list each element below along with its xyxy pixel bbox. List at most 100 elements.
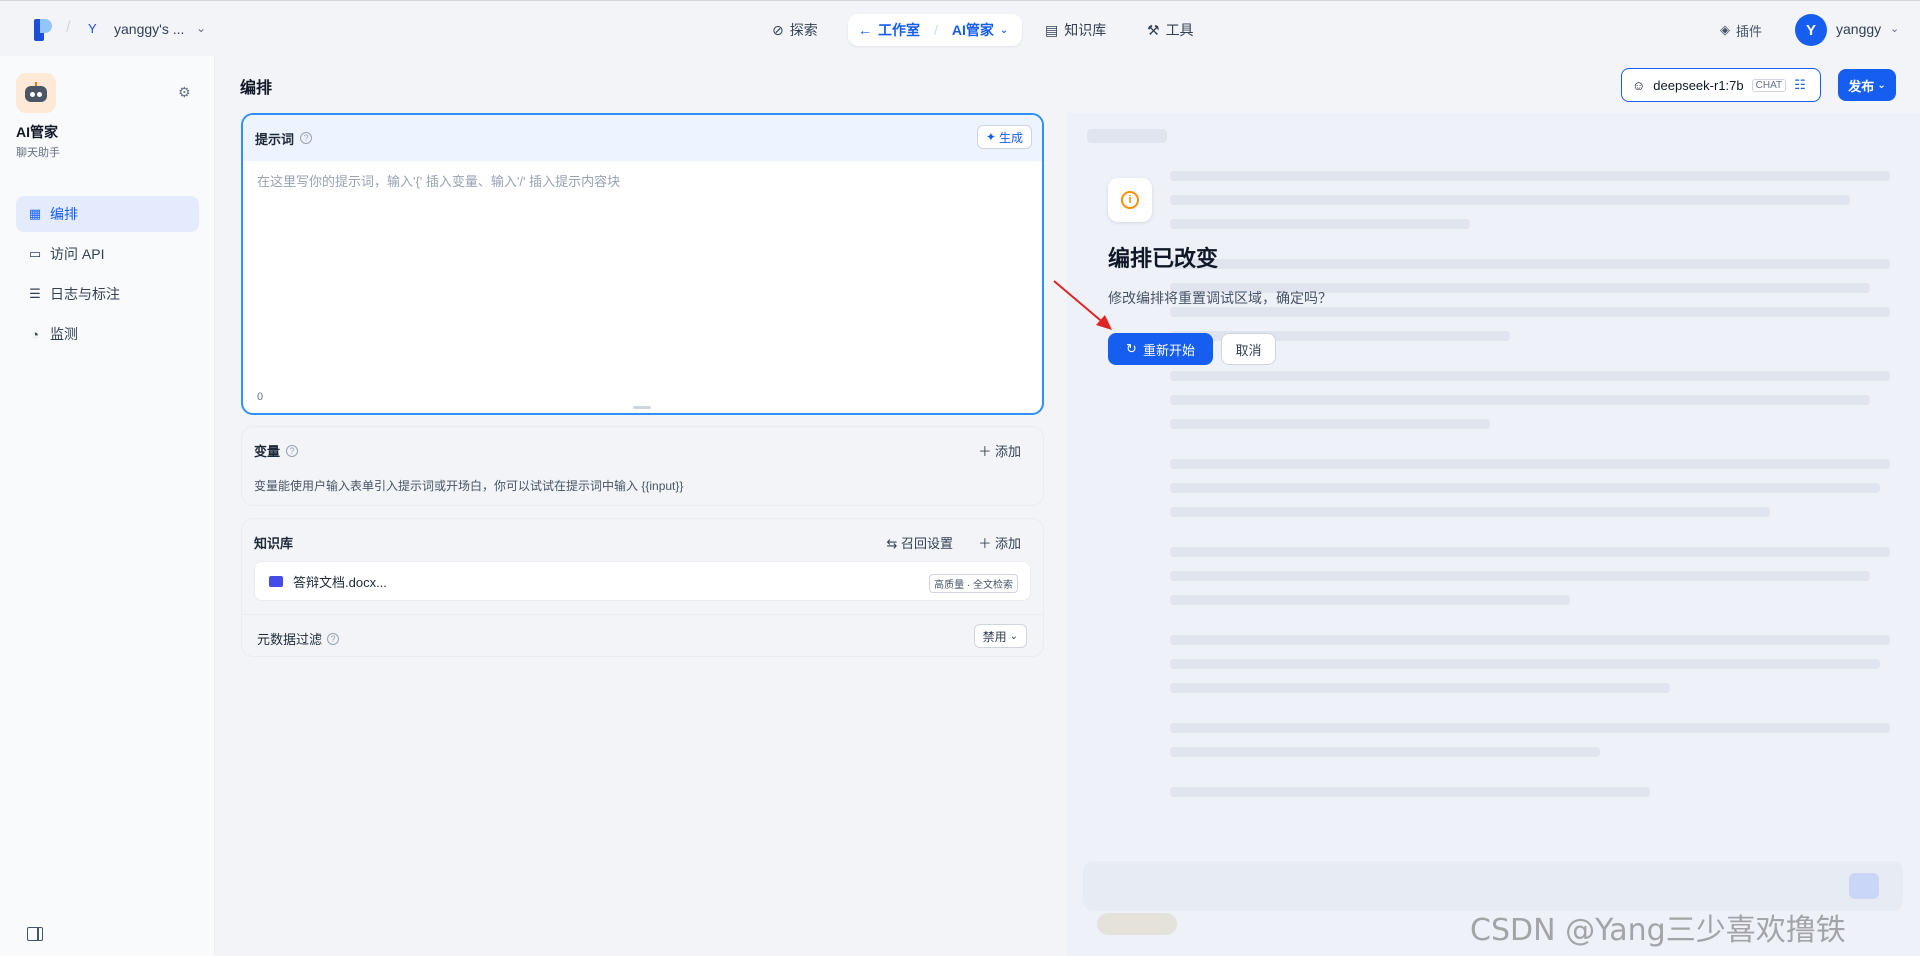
- chevron-down-icon: ⌄: [1877, 79, 1886, 91]
- sidebar-item-logs[interactable]: ☰ 日志与标注: [16, 276, 199, 312]
- sidebar-collapse-icon[interactable]: [27, 927, 43, 941]
- nav-tools[interactable]: ⚒ 工具: [1147, 17, 1194, 43]
- sparkle-icon: ✦: [985, 130, 996, 144]
- app-settings-icon[interactable]: ⚙: [178, 84, 191, 101]
- knowledge-doc-item[interactable]: 答辩文档.docx... 高质量 · 全文检索: [254, 561, 1031, 601]
- doc-name: 答辩文档.docx...: [293, 574, 387, 590]
- chevron-down-icon[interactable]: ⌄: [1890, 22, 1899, 35]
- prompt-editor[interactable]: 提示词 ? ✦ 生成 在这里写你的提示词，输入'{' 插入变量、输入'/' 插入…: [241, 113, 1044, 415]
- csdn-watermark: CSDN @Yang三少喜欢撸铁: [1470, 913, 1846, 948]
- nav-studio-label[interactable]: 工作室: [878, 20, 920, 40]
- add-knowledge-button[interactable]: ＋ 添加: [978, 533, 1021, 552]
- nav-explore-label: 探索: [789, 22, 818, 38]
- cube-icon: ◈: [1720, 22, 1730, 37]
- generate-label: 生成: [998, 130, 1023, 145]
- nav-plugins-label: 插件: [1736, 23, 1763, 39]
- workspace-avatar[interactable]: Y: [88, 21, 97, 36]
- help-icon[interactable]: ?: [286, 444, 299, 457]
- sidebar-item-label: 编排: [50, 206, 78, 222]
- dashboard-icon: ◔: [31, 326, 39, 342]
- help-icon[interactable]: ?: [300, 132, 313, 144]
- publish-label: 发布: [1848, 78, 1875, 94]
- model-mode-badge: CHAT: [1751, 78, 1787, 92]
- retrieval-badge: 高质量 · 全文检索: [929, 574, 1018, 593]
- sidebar-item-label: 访问 API: [50, 246, 105, 262]
- sidebar-item-orchestrate[interactable]: ▦ 编排: [16, 196, 199, 232]
- debug-title-placeholder: [1087, 129, 1167, 143]
- restart-label: 重新开始: [1142, 342, 1195, 358]
- sidebar-item-label: 日志与标注: [50, 286, 120, 302]
- user-name[interactable]: yanggy: [1836, 21, 1881, 37]
- nav-studio[interactable]: ← 工作室 / AI管家 ⌄: [848, 14, 1023, 46]
- warning-icon: i: [1108, 178, 1152, 222]
- app-robot-icon: [16, 73, 56, 113]
- nav-explore[interactable]: ⊘ 探索: [772, 17, 818, 43]
- nav-plugins[interactable]: ◈ 插件: [1720, 17, 1762, 43]
- user-avatar[interactable]: Y: [1795, 14, 1827, 46]
- model-selector[interactable]: ☺ deepseek-r1:7b CHAT ☷: [1621, 68, 1821, 102]
- nav-separator: /: [934, 22, 938, 38]
- top-navbar: / Y yanggy's ... ⌄ ⊘ 探索 ← 工作室 / AI管家 ⌄ ▤…: [0, 0, 1920, 56]
- dialog-title: 编排已改变: [1108, 246, 1219, 271]
- dify-logo[interactable]: [34, 19, 52, 41]
- chevron-down-icon[interactable]: ⌄: [196, 21, 206, 35]
- sidebar-item-api[interactable]: ▭ 访问 API: [16, 236, 199, 272]
- app-subtitle: 聊天助手: [16, 147, 60, 159]
- knowledge-title: 知识库: [254, 536, 294, 551]
- metadata-filter-value: 禁用: [982, 629, 1007, 644]
- compass-icon: ⊘: [772, 21, 784, 38]
- recall-settings-button[interactable]: ⇆ 召回设置: [886, 533, 953, 552]
- debug-preview-panel: [1067, 113, 1920, 956]
- current-app-label[interactable]: AI管家: [952, 20, 994, 40]
- sidebar-item-label: 监测: [50, 326, 78, 342]
- book-icon: ▤: [1045, 21, 1059, 38]
- resize-handle[interactable]: [633, 406, 651, 409]
- variables-description: 变量能使用户输入表单引入提示词或开场白，你可以试试在提示词中输入 {{input…: [254, 479, 684, 493]
- chevron-down-icon: ⌄: [1009, 630, 1018, 642]
- publish-button[interactable]: 发布 ⌄: [1838, 69, 1896, 101]
- chevron-down-icon[interactable]: ⌄: [1000, 25, 1008, 36]
- send-icon: [1849, 873, 1879, 899]
- add-label: 添加: [994, 444, 1021, 459]
- dialog-message: 修改编排将重置调试区域，确定吗？: [1108, 290, 1332, 306]
- nav-knowledge-label: 知识库: [1064, 22, 1107, 38]
- cancel-button[interactable]: 取消: [1221, 333, 1276, 365]
- prompt-header: 提示词 ? ✦ 生成: [243, 115, 1042, 161]
- variables-header: 变量 ?: [254, 441, 299, 460]
- model-name: deepseek-r1:7b: [1653, 77, 1744, 93]
- workspace-name[interactable]: yanggy's ...: [114, 21, 184, 37]
- hammer-icon: ⚒: [1147, 21, 1160, 38]
- recall-label: 召回设置: [900, 536, 953, 551]
- add-variable-button[interactable]: ＋ 添加: [978, 441, 1021, 460]
- model-icon: ☺: [1632, 77, 1646, 93]
- metadata-filter-select[interactable]: 禁用 ⌄: [973, 624, 1027, 648]
- prompt-char-count: 0: [257, 391, 264, 403]
- file-list-icon: ☰: [29, 286, 41, 301]
- folder-icon: [269, 575, 283, 587]
- variables-section: 变量 ? ＋ 添加 变量能使用户输入表单引入提示词或开场白，你可以试试在提示词中…: [241, 426, 1044, 506]
- metadata-filter-text: 元数据过滤: [257, 632, 323, 647]
- knowledge-header: 知识库: [254, 533, 293, 552]
- metadata-filter-row: 元数据过滤 ? 禁用 ⌄: [242, 614, 1043, 658]
- nav-knowledge[interactable]: ▤ 知识库: [1045, 17, 1106, 43]
- sliders-icon[interactable]: ☷: [1794, 77, 1806, 93]
- refresh-icon: ↻: [1126, 341, 1137, 356]
- generate-button[interactable]: ✦ 生成: [976, 125, 1032, 149]
- footer-placeholder: [1097, 913, 1177, 935]
- sidebar: ⚙ AI管家 聊天助手 ▦ 编排 ▭ 访问 API ☰ 日志与标注 ◔ 监测: [0, 56, 215, 956]
- annotation-arrow: [1053, 280, 1112, 330]
- variables-title: 变量: [254, 444, 281, 459]
- layout-icon: ▦: [28, 206, 42, 221]
- arrow-left-icon: ←: [858, 22, 872, 38]
- restart-button[interactable]: ↻ 重新开始: [1108, 333, 1213, 365]
- help-icon[interactable]: ?: [327, 632, 340, 645]
- app-title: AI管家: [16, 124, 58, 140]
- chat-input-placeholder: [1083, 861, 1903, 911]
- prompt-input[interactable]: 在这里写你的提示词，输入'{' 插入变量、输入'/' 插入提示内容块: [257, 171, 620, 190]
- add-label: 添加: [994, 536, 1021, 551]
- sidebar-item-monitor[interactable]: ◔ 监测: [16, 316, 199, 352]
- terminal-icon: ▭: [28, 246, 42, 261]
- page-title: 编排: [240, 80, 273, 97]
- nav-separator: /: [66, 19, 71, 36]
- prompt-title: 提示词: [255, 131, 295, 147]
